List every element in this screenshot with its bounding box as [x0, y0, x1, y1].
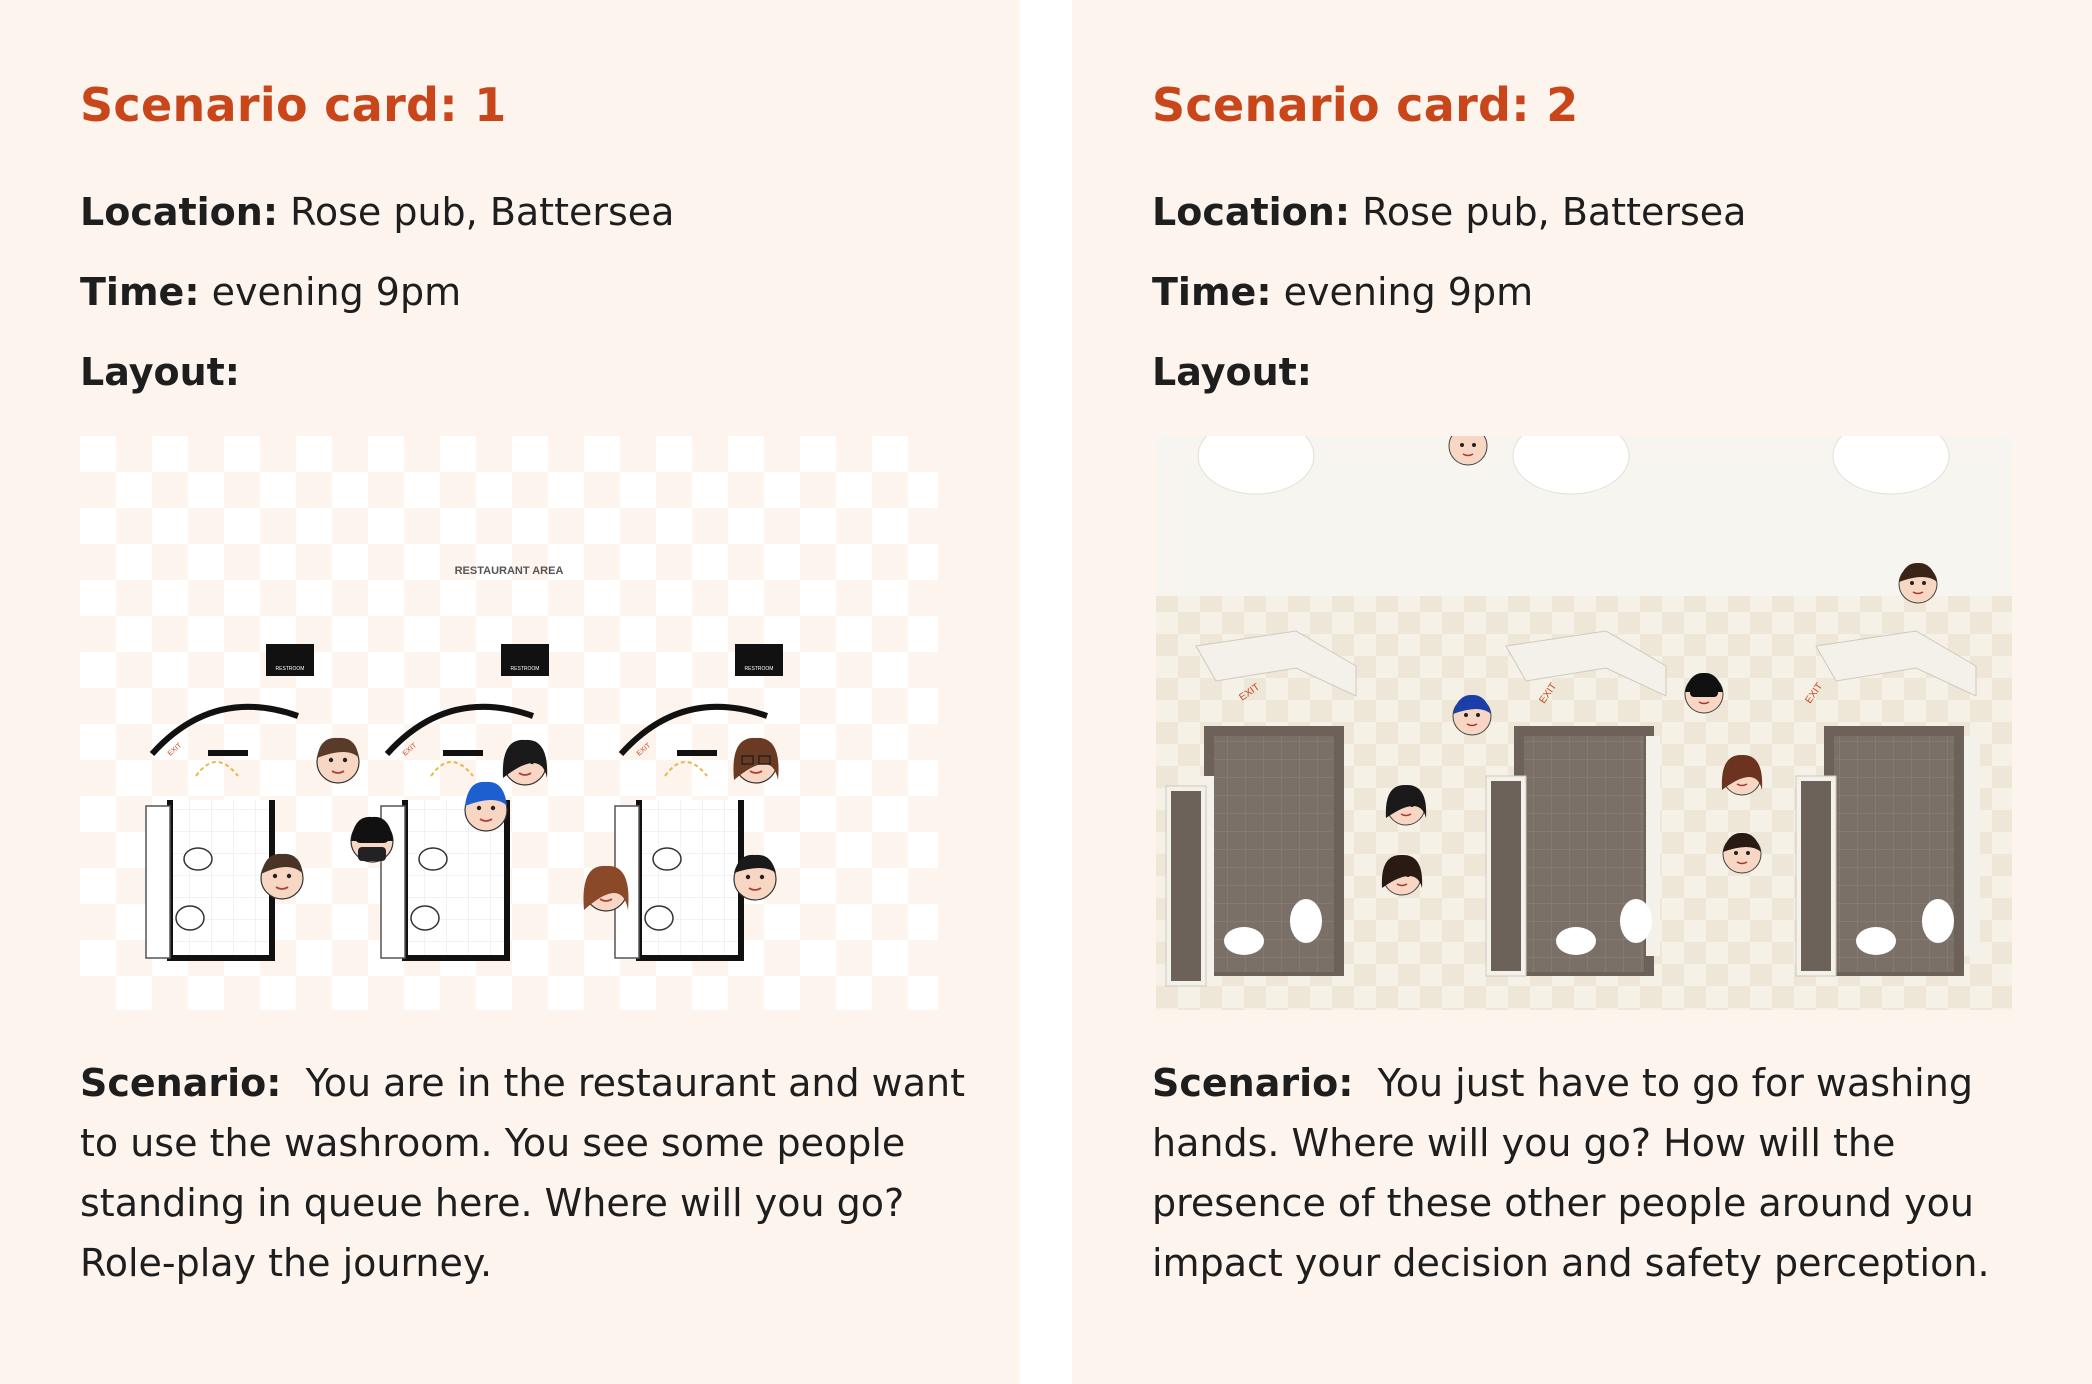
layout-model-photo: EXIT EXIT EXIT [1156, 436, 2012, 1010]
location-label: Location: [1152, 190, 1351, 234]
person-avatar [583, 865, 629, 912]
time-value: evening 9pm [1283, 270, 1534, 314]
location-value: Rose pub, Battersea [1362, 190, 1747, 234]
person-figurine [1385, 784, 1427, 826]
restroom-sign: RESTROOM [745, 666, 774, 672]
layout-floorplan-illustration: RESTAURANT AREA RESTROOM EXIT RESTROOM E… [80, 436, 938, 1010]
layout-label: Layout: [80, 350, 240, 394]
person-avatar [733, 854, 777, 901]
person-avatar [464, 781, 508, 832]
person-avatar [502, 739, 548, 786]
restroom-sign: RESTROOM [511, 666, 540, 672]
scenario-label: Scenario: [1152, 1061, 1354, 1105]
time-value: evening 9pm [211, 270, 462, 314]
layout-label: Layout: [1152, 350, 1312, 394]
scenario-label: Scenario: [80, 1061, 282, 1105]
time-field: Time: evening 9pm [1152, 270, 1533, 314]
restroom-sign: RESTROOM [276, 666, 305, 672]
location-field: Location: Rose pub, Battersea [80, 190, 674, 234]
scenario-text: Scenario: You just have to go for washin… [1152, 1053, 2042, 1293]
person-avatar [350, 816, 394, 863]
location-field: Location: Rose pub, Battersea [1152, 190, 1746, 234]
person-figurine [1721, 754, 1763, 796]
location-value: Rose pub, Battersea [290, 190, 675, 234]
scenario-card-2: Scenario card: 2 Location: Rose pub, Bat… [1072, 0, 2092, 1384]
person-figurine [1381, 854, 1423, 896]
card-title: Scenario card: 1 [80, 78, 507, 132]
person-avatar [260, 853, 304, 900]
person-avatar [733, 737, 779, 784]
card-title: Scenario card: 2 [1152, 78, 1579, 132]
time-label: Time: [80, 270, 200, 314]
restaurant-area-label: RESTAURANT AREA [455, 565, 564, 577]
location-label: Location: [80, 190, 279, 234]
time-field: Time: evening 9pm [80, 270, 461, 314]
person-avatar [316, 737, 360, 784]
time-label: Time: [1152, 270, 1272, 314]
scenario-card-1: Scenario card: 1 Location: Rose pub, Bat… [0, 0, 1020, 1384]
scenario-text: Scenario: You are in the restaurant and … [80, 1053, 970, 1293]
